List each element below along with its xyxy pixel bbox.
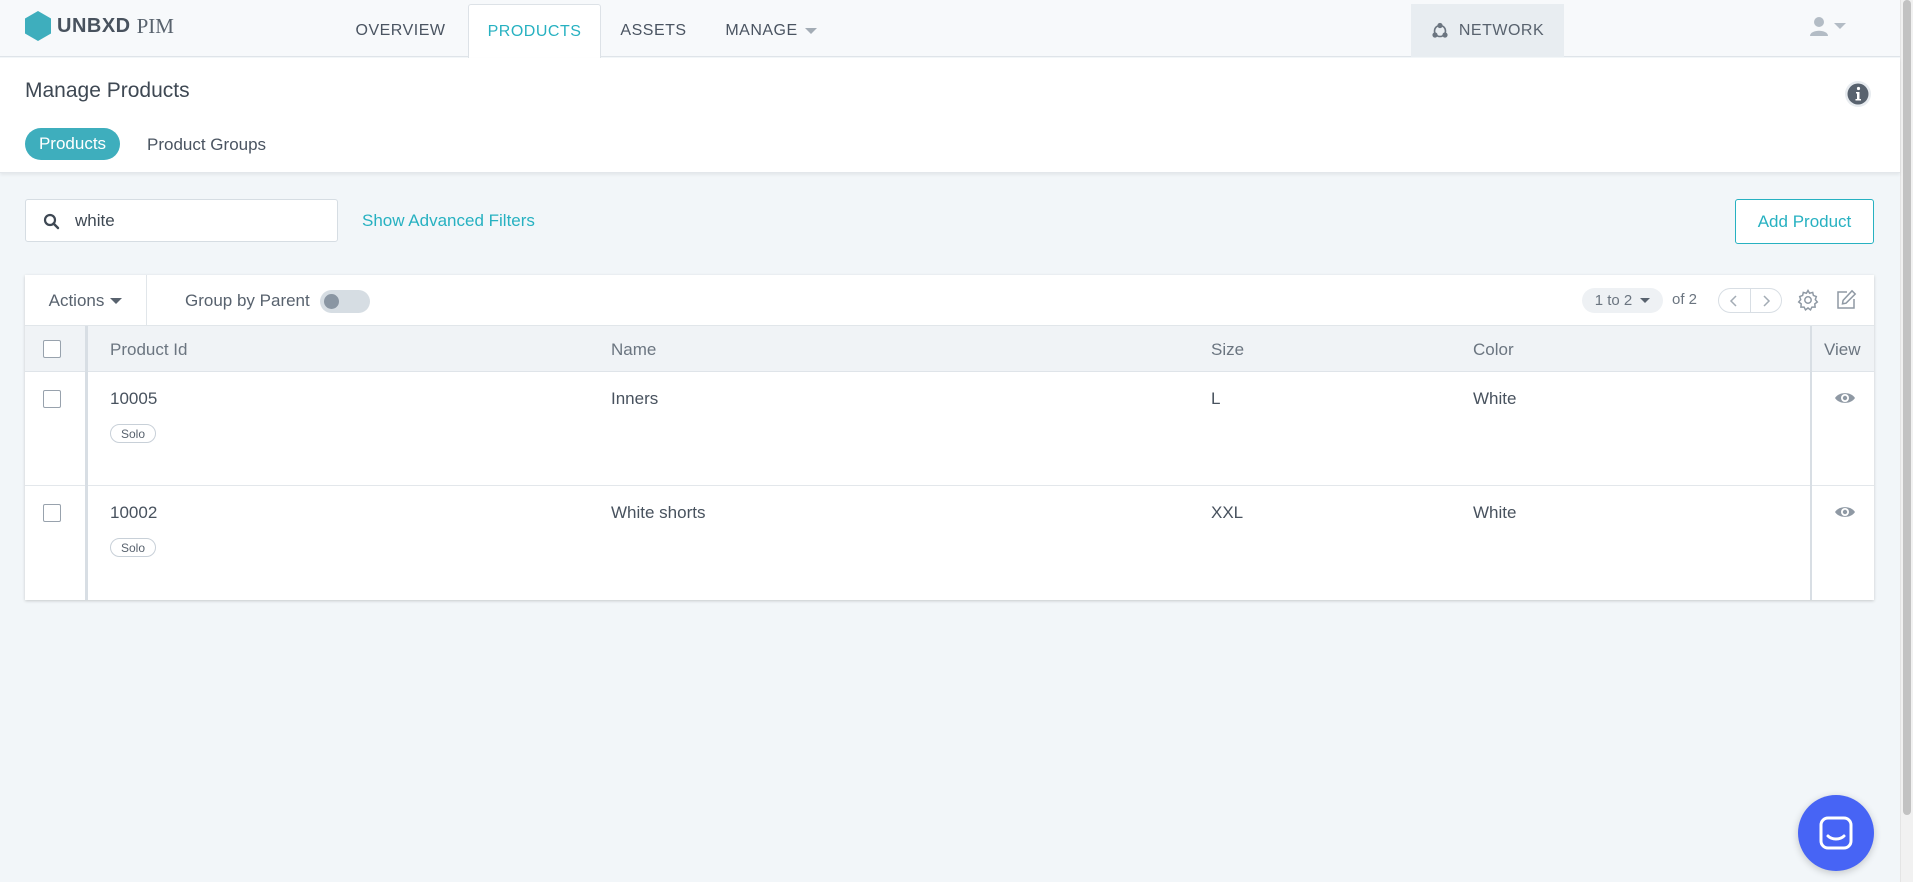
nav-tab-manage[interactable]: MANAGE (716, 4, 826, 58)
group-by-parent-label: Group by Parent (185, 291, 310, 310)
next-page-button[interactable] (1749, 289, 1781, 312)
column-header-color[interactable]: Color (1473, 340, 1514, 360)
actions-label: Actions (48, 290, 105, 310)
chat-launcher-button[interactable] (1798, 795, 1874, 871)
info-icon[interactable] (1844, 80, 1872, 108)
page-title: Manage Products (25, 79, 190, 102)
column-divider (1810, 326, 1812, 600)
color-cell: White (1473, 389, 1517, 408)
network-button[interactable]: NETWORK (1411, 4, 1564, 57)
top-navigation-bar: UNBXD PIM OVERVIEW PRODUCTS ASSETS MANAG… (0, 0, 1900, 58)
grid-toolbar: Actions Group by Parent 1 to 2 of 2 (25, 275, 1874, 326)
product-id-cell[interactable]: 10005 (110, 389, 157, 409)
name-cell: White shorts (611, 503, 706, 522)
hexagon-logo-icon (25, 11, 51, 41)
subtab-product-groups[interactable]: Product Groups (147, 135, 266, 155)
subtab-label: Products (38, 134, 107, 153)
chevron-down-icon (804, 28, 817, 34)
user-icon (1810, 17, 1828, 36)
subtab-products[interactable]: Products (25, 128, 120, 160)
product-id-cell[interactable]: 10002 (110, 503, 157, 523)
group-by-parent-toggle[interactable] (320, 290, 370, 313)
chevron-left-icon (1730, 294, 1738, 307)
nav-tab-overview[interactable]: OVERVIEW (338, 4, 463, 58)
edit-icon[interactable] (1834, 288, 1858, 312)
search-icon (43, 213, 60, 230)
chevron-right-icon (1763, 294, 1771, 307)
products-grid: Actions Group by Parent 1 to 2 of 2 Prod… (25, 275, 1874, 600)
page-range-select[interactable]: 1 to 2 (1582, 288, 1663, 313)
page-total-label: of 2 (1672, 291, 1698, 308)
previous-page-button[interactable] (1719, 289, 1750, 312)
scrollbar-thumb[interactable] (1903, 0, 1911, 815)
column-header-product-id[interactable]: Product Id (110, 340, 188, 360)
nav-tab-label: MANAGE (725, 22, 798, 39)
pagination-buttons (1718, 288, 1782, 313)
product-name: PIM (136, 13, 174, 38)
show-advanced-filters-link[interactable]: Show Advanced Filters (362, 211, 535, 231)
search-box (25, 199, 338, 242)
search-input[interactable] (75, 209, 325, 233)
nav-tab-label: ASSETS (620, 22, 687, 39)
size-cell: L (1211, 389, 1221, 408)
eye-icon[interactable] (1834, 504, 1856, 520)
brand-name: UNBXD (57, 14, 131, 37)
brand-logo[interactable]: UNBXD PIM (24, 10, 174, 42)
nav-tab-assets[interactable]: ASSETS (606, 4, 701, 58)
solo-badge: Solo (110, 424, 157, 443)
chevron-down-icon (1640, 298, 1651, 303)
column-header-size[interactable]: Size (1211, 340, 1244, 360)
network-label: NETWORK (1458, 21, 1545, 39)
chevron-down-icon (110, 297, 123, 304)
name-cell: Inners (611, 389, 659, 408)
color-cell: White (1473, 503, 1517, 522)
gear-icon[interactable] (1796, 288, 1820, 312)
table-header: Product Id Name Size Color View (25, 326, 1874, 372)
solo-badge: Solo (110, 538, 157, 557)
add-product-button[interactable]: Add Product (1735, 199, 1874, 244)
eye-icon[interactable] (1834, 390, 1856, 406)
column-header-view: View (1824, 340, 1861, 359)
user-menu[interactable] (1808, 15, 1846, 37)
row-checkbox[interactable] (43, 390, 61, 408)
page-header: Manage Products Products Product Groups (0, 58, 1900, 173)
table-row: 10002 Solo White shorts XXL White (25, 487, 1874, 600)
select-all-checkbox[interactable] (43, 340, 61, 358)
nav-tab-label: OVERVIEW (355, 22, 446, 39)
table-row: 10005 Solo Inners L White (25, 373, 1874, 486)
size-cell: XXL (1211, 503, 1244, 522)
nav-tab-label: PRODUCTS (487, 22, 582, 40)
chat-icon (1819, 816, 1853, 850)
nav-tab-products[interactable]: PRODUCTS (468, 4, 601, 58)
toggle-knob (324, 294, 339, 309)
page-range-label: 1 to 2 (1594, 292, 1633, 309)
column-divider (85, 326, 88, 600)
column-header-name[interactable]: Name (611, 340, 656, 360)
actions-dropdown[interactable]: Actions (25, 275, 147, 326)
network-icon (1432, 22, 1448, 38)
row-checkbox[interactable] (43, 504, 61, 522)
chevron-down-icon (1834, 23, 1846, 29)
